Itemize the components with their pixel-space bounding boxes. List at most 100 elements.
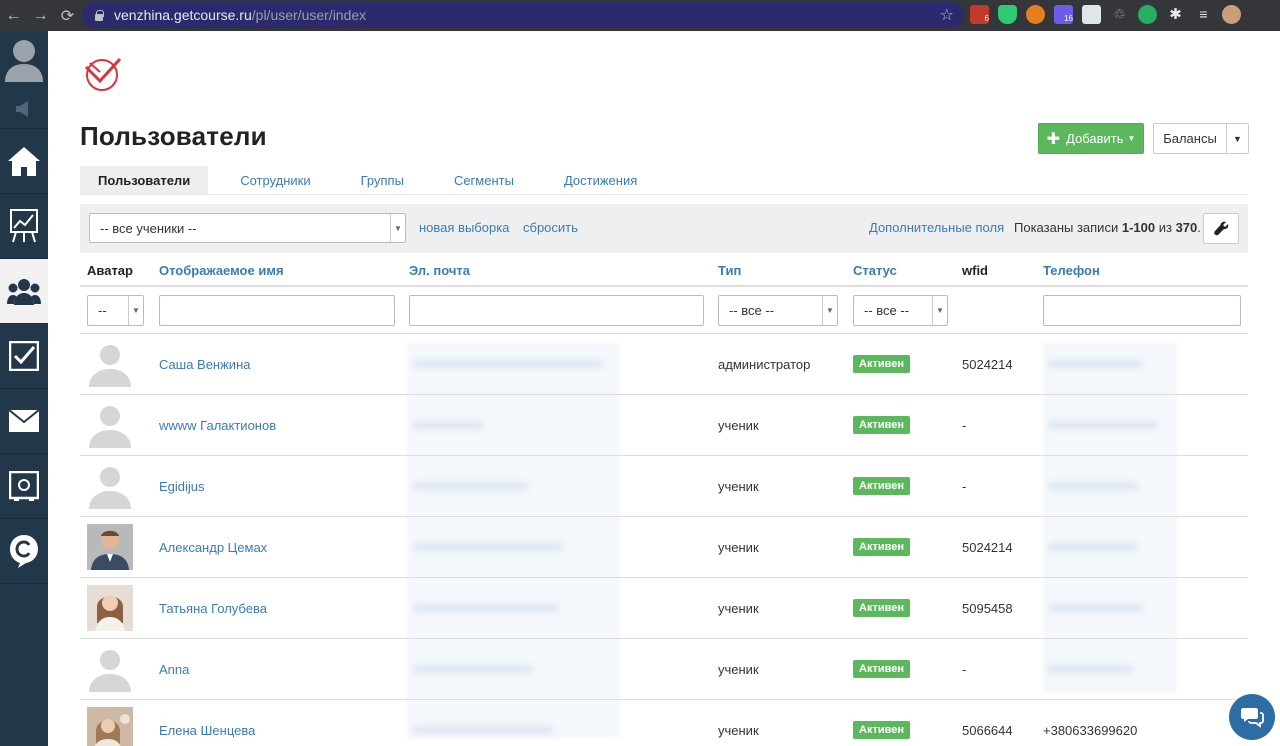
sidebar-item-messages[interactable] [0,389,48,454]
avatar[interactable] [87,341,133,387]
add-button[interactable]: ✚ Добавить ▼ [1038,123,1144,154]
user-type: ученик [718,662,759,677]
address-bar[interactable]: venzhina.getcourse.ru/pl/user/user/index… [82,2,964,28]
user-wfid: - [962,662,967,677]
user-type: ученик [718,540,759,555]
calendar-extension-icon[interactable]: 6 [970,5,989,24]
user-wfid: 5024214 [962,540,1013,555]
settings-button[interactable] [1203,213,1239,244]
mail-icon [9,410,39,432]
user-name-link[interactable]: Татьяна Голубева [159,601,267,616]
user-name-link[interactable]: Саша Венжина [159,357,250,372]
avatar[interactable] [87,463,133,509]
avatar[interactable] [87,402,133,448]
extensions-bar: 6 16 ♲ ✱ ≡ [970,5,1241,24]
user-name-link[interactable]: wwww Галактионов [159,418,276,433]
back-icon[interactable]: ← [0,7,27,25]
status-filter-select[interactable]: -- все -- ▼ [853,295,948,326]
status-badge: Активен [853,355,910,373]
column-filters: -- ▼ -- все -- ▼ -- все -- ▼ [80,287,1248,334]
new-selection-link[interactable]: новая выборка [419,220,509,235]
user-wfid: 5066644 [962,723,1013,738]
sidebar-item-reports[interactable] [0,194,48,259]
status-badge: Активен [853,721,910,739]
sidebar-item-users[interactable] [0,259,48,324]
name-filter-input[interactable] [159,295,395,326]
tab-achievements[interactable]: Достижения [546,166,655,194]
email-redacted [413,726,553,734]
bookmark-star-icon[interactable]: ☆ [940,5,954,25]
col-phone[interactable]: Телефон [1043,263,1100,278]
col-name[interactable]: Отображаемое имя [159,263,284,278]
tab-users[interactable]: Пользователи [80,166,209,194]
segment-select-value: -- все ученики -- [100,220,197,236]
user-wfid: - [962,418,967,433]
sidebar-item-tasks[interactable] [0,324,48,389]
col-email[interactable]: Эл. почта [409,263,470,278]
user-wfid: 5095458 [962,601,1013,616]
email-redacted [413,360,603,368]
browser-toolbar: ← → ⟳ venzhina.getcourse.ru/pl/user/user… [0,0,1280,31]
color-extension-icon[interactable] [1026,5,1045,24]
sidebar-item-finance[interactable] [0,454,48,519]
megaphone-icon [16,100,28,117]
caret-down-icon: ▼ [1233,133,1242,144]
user-name-link[interactable]: Елена Шенцева [159,723,255,738]
chevron-down-icon: ▼ [822,296,837,325]
shield-extension-icon[interactable] [998,5,1017,24]
avatar[interactable] [87,707,133,746]
col-avatar: Аватар [87,263,133,278]
status-badge: Активен [853,416,910,434]
avatar-filter-select[interactable]: -- ▼ [87,295,144,326]
col-status[interactable]: Статус [853,263,897,278]
phone-redacted [1048,543,1138,551]
chat-button[interactable] [1229,694,1275,740]
lock-icon [94,9,104,21]
avatar[interactable] [87,585,133,631]
balances-button-group: Балансы ▼ [1153,123,1249,154]
email-filter-input[interactable] [409,295,704,326]
phone-redacted [1048,482,1138,490]
check-extension-icon[interactable] [1138,5,1157,24]
phone-filter-input[interactable] [1043,295,1241,326]
forward-icon[interactable]: → [27,7,54,25]
col-wfid: wfid [962,263,988,278]
avatar[interactable] [87,646,133,692]
sidebar-profile[interactable] [0,31,48,89]
type-filter-select[interactable]: -- все -- ▼ [718,295,838,326]
reset-link[interactable]: сбросить [523,220,578,235]
user-name-link[interactable]: Александр Цемах [159,540,267,555]
chat-bubbles-icon [1241,708,1264,728]
table-row: Anna ученик Активен - [80,639,1248,700]
status-filter-value: -- все -- [864,303,910,318]
user-name-link[interactable]: Egidijus [159,479,205,494]
tab-groups[interactable]: Группы [343,166,422,194]
school-logo[interactable] [80,53,124,93]
tab-staff[interactable]: Сотрудники [222,166,328,194]
records-range: 1-100 [1121,220,1156,235]
url-host: venzhina.getcourse.ru [114,7,252,23]
chevron-down-icon: ▼ [390,214,405,242]
balances-dropdown-toggle[interactable]: ▼ [1227,124,1248,153]
segment-select[interactable]: -- все ученики -- ▼ [89,213,406,243]
note-extension-icon[interactable] [1082,5,1101,24]
tab-segments[interactable]: Сегменты [436,166,532,194]
balances-button[interactable]: Балансы [1154,124,1227,153]
user-name-link[interactable]: Anna [159,662,189,677]
puzzle-extensions-icon[interactable]: ✱ [1166,5,1185,24]
col-type[interactable]: Тип [718,263,741,278]
grad-cap-extension-icon[interactable]: 16 [1054,5,1073,24]
extra-fields-link[interactable]: Дополнительные поля [869,220,1004,235]
avatar[interactable] [87,524,133,570]
sidebar-item-home[interactable] [0,129,48,194]
sidebar-item-getcourse[interactable] [0,519,48,584]
status-badge: Активен [853,599,910,617]
recycle-extension-icon[interactable]: ♲ [1110,5,1129,24]
profile-avatar-icon[interactable] [1222,5,1241,24]
email-redacted [413,665,533,673]
sidebar-notifications[interactable] [0,89,48,129]
chevron-down-icon: ▼ [128,296,143,325]
reading-list-icon[interactable]: ≡ [1194,5,1213,24]
records-of: из [1158,220,1172,235]
reload-icon[interactable]: ⟳ [54,6,81,26]
